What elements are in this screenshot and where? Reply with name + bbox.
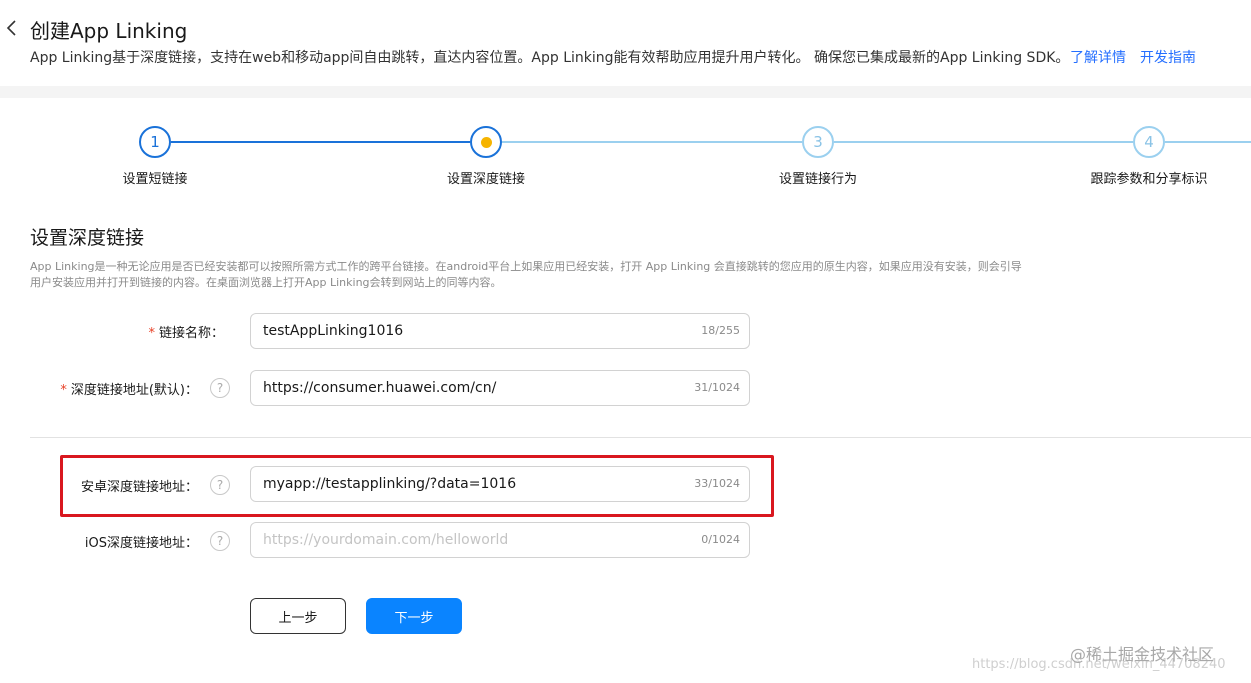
page-title: 创建App Linking — [30, 19, 188, 43]
link-name-field[interactable]: 18/255 — [250, 313, 750, 349]
ios-deep-link-label: iOS深度链接地址： — [84, 536, 198, 551]
deep-link-default-field[interactable]: 31/1024 — [250, 370, 750, 406]
active-step-dot — [480, 136, 492, 148]
link-name-input[interactable] — [263, 314, 673, 348]
next-step-button[interactable]: 下一步 — [366, 598, 462, 634]
step-3-circle[interactable]: 3 — [802, 126, 834, 158]
step-1-circle[interactable]: 1 — [139, 126, 171, 158]
ios-deep-link-field[interactable]: 0/1024 — [250, 522, 750, 558]
back-button[interactable] — [4, 16, 20, 40]
step-3-label: 设置链接行为 — [778, 172, 858, 187]
section-divider — [30, 437, 1251, 438]
step-connector-3 — [834, 141, 1133, 143]
android-deep-link-label: 安卓深度链接地址： — [80, 480, 198, 495]
step-4-label: 跟踪参数和分享标识 — [1090, 172, 1208, 187]
link-name-label: * 链接名称： — [148, 322, 224, 341]
step-2-circle[interactable] — [470, 126, 502, 158]
step-connector-2 — [502, 141, 802, 143]
link-name-label-text: 链接名称： — [158, 326, 224, 341]
step-connector-1 — [171, 141, 470, 143]
dev-guide-link[interactable]: 开发指南 — [1140, 47, 1196, 67]
page-header: 创建App Linking App Linking基于深度链接，支持在web和移… — [0, 0, 1251, 86]
step-4-circle[interactable]: 4 — [1133, 126, 1165, 158]
deep-link-default-label-text: 深度链接地址(默认)： — [70, 383, 198, 398]
ios-deep-link-counter: 0/1024 — [701, 533, 740, 546]
step-progress: 1 3 4 设置短链接 设置深度链接 设置链接行为 跟踪参数和分享标识 — [0, 98, 1251, 198]
page-description: App Linking基于深度链接，支持在web和移动app间自由跳转，直达内容… — [30, 50, 1070, 66]
ios-deep-link-input[interactable] — [263, 523, 673, 557]
deep-link-default-label: * 深度链接地址(默认)： — [60, 379, 198, 398]
link-name-counter: 18/255 — [701, 324, 740, 337]
step-1-label: 设置短链接 — [122, 172, 188, 187]
question-circle-icon[interactable]: ? — [210, 475, 230, 495]
android-deep-link-input[interactable] — [263, 467, 673, 501]
step-3-number: 3 — [813, 133, 823, 151]
step-2-label: 设置深度链接 — [446, 172, 526, 187]
previous-step-button[interactable]: 上一步 — [250, 598, 346, 634]
android-deep-link-counter: 33/1024 — [694, 477, 740, 490]
deep-link-default-input[interactable] — [263, 371, 673, 405]
required-mark: * — [60, 383, 67, 398]
question-circle-icon[interactable]: ? — [210, 378, 230, 398]
section-title: 设置深度链接 — [30, 227, 145, 249]
required-mark: * — [148, 326, 155, 341]
section-description: App Linking是一种无论应用是否已经安装都可以按照所需方式工作的跨平台链… — [30, 260, 1022, 289]
step-connector-4 — [1165, 141, 1251, 143]
header-divider — [0, 86, 1251, 98]
deep-link-default-counter: 31/1024 — [694, 381, 740, 394]
step-1-number: 1 — [150, 133, 160, 151]
android-deep-link-field[interactable]: 33/1024 — [250, 466, 750, 502]
question-circle-icon[interactable]: ? — [210, 531, 230, 551]
chevron-left-icon — [6, 20, 16, 36]
watermark-brand: @稀土掘金技术社区 — [1070, 645, 1215, 664]
step-4-number: 4 — [1144, 133, 1154, 151]
learn-more-link[interactable]: 了解详情 — [1070, 47, 1126, 67]
